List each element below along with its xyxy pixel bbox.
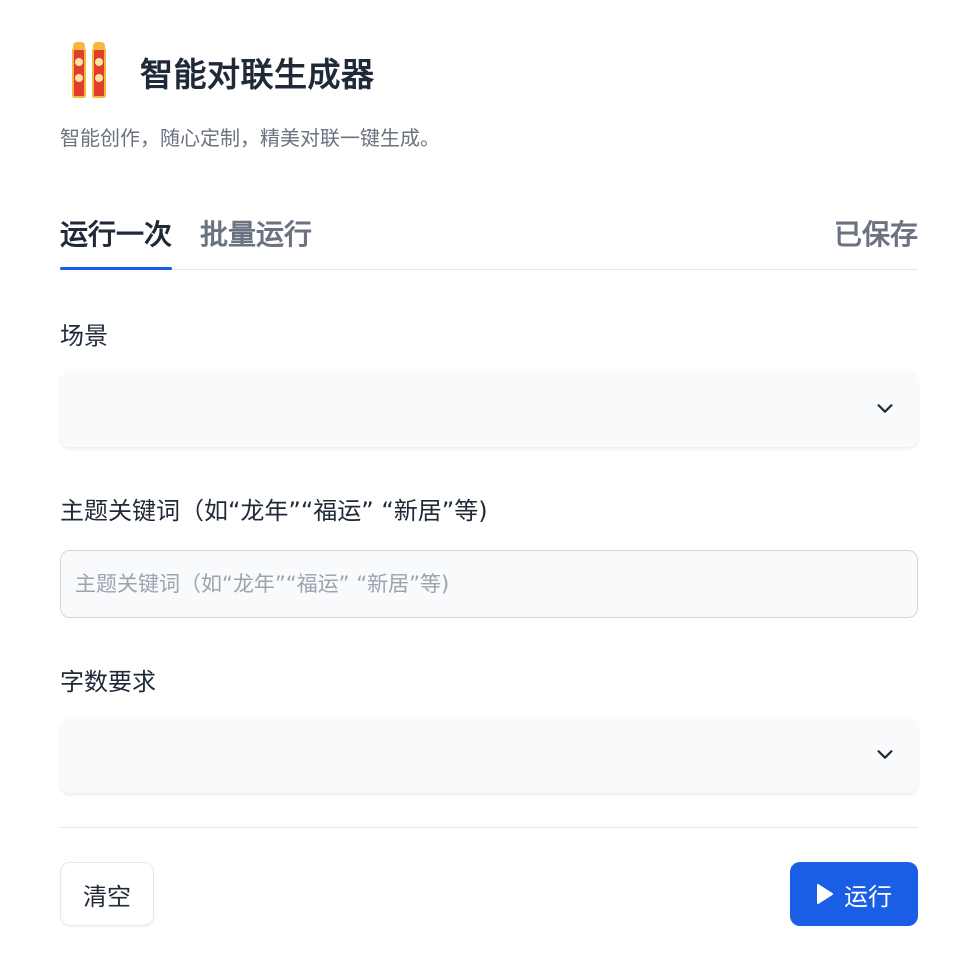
theme-keyword-label: 主题关键词（如“龙年”“福运” “新居”等): [60, 497, 488, 525]
play-icon: [817, 884, 833, 904]
scene-label: 场景: [60, 322, 108, 350]
theme-keyword-input[interactable]: [60, 550, 918, 618]
run-button[interactable]: 运行: [790, 862, 918, 926]
saved-status: 已保存: [833, 218, 918, 251]
app-subtitle: 智能创作，随心定制，精美对联一键生成。: [60, 126, 440, 150]
clear-button[interactable]: 清空: [60, 862, 154, 926]
app-header: 智能对联生成器: [60, 36, 918, 108]
scene-select[interactable]: [60, 371, 918, 447]
word-count-select[interactable]: [60, 717, 918, 793]
chevron-down-icon: [877, 750, 893, 759]
tab-run-once[interactable]: 运行一次: [60, 213, 173, 270]
section-divider: [60, 827, 918, 828]
run-mode-tabs: 运行一次 批量运行 已保存: [60, 209, 918, 270]
form-actions: 清空 运行: [60, 862, 918, 928]
run-button-label: 运行: [844, 882, 892, 911]
chevron-down-icon: [877, 404, 893, 413]
app-page: 智能对联生成器 智能创作，随心定制，精美对联一键生成。 运行一次 批量运行 已保…: [60, 36, 918, 928]
app-title: 智能对联生成器: [140, 55, 375, 94]
word-count-label: 字数要求: [60, 668, 156, 696]
couplet-scrolls-icon: [66, 42, 116, 102]
tab-batch-run[interactable]: 批量运行: [200, 213, 312, 269]
